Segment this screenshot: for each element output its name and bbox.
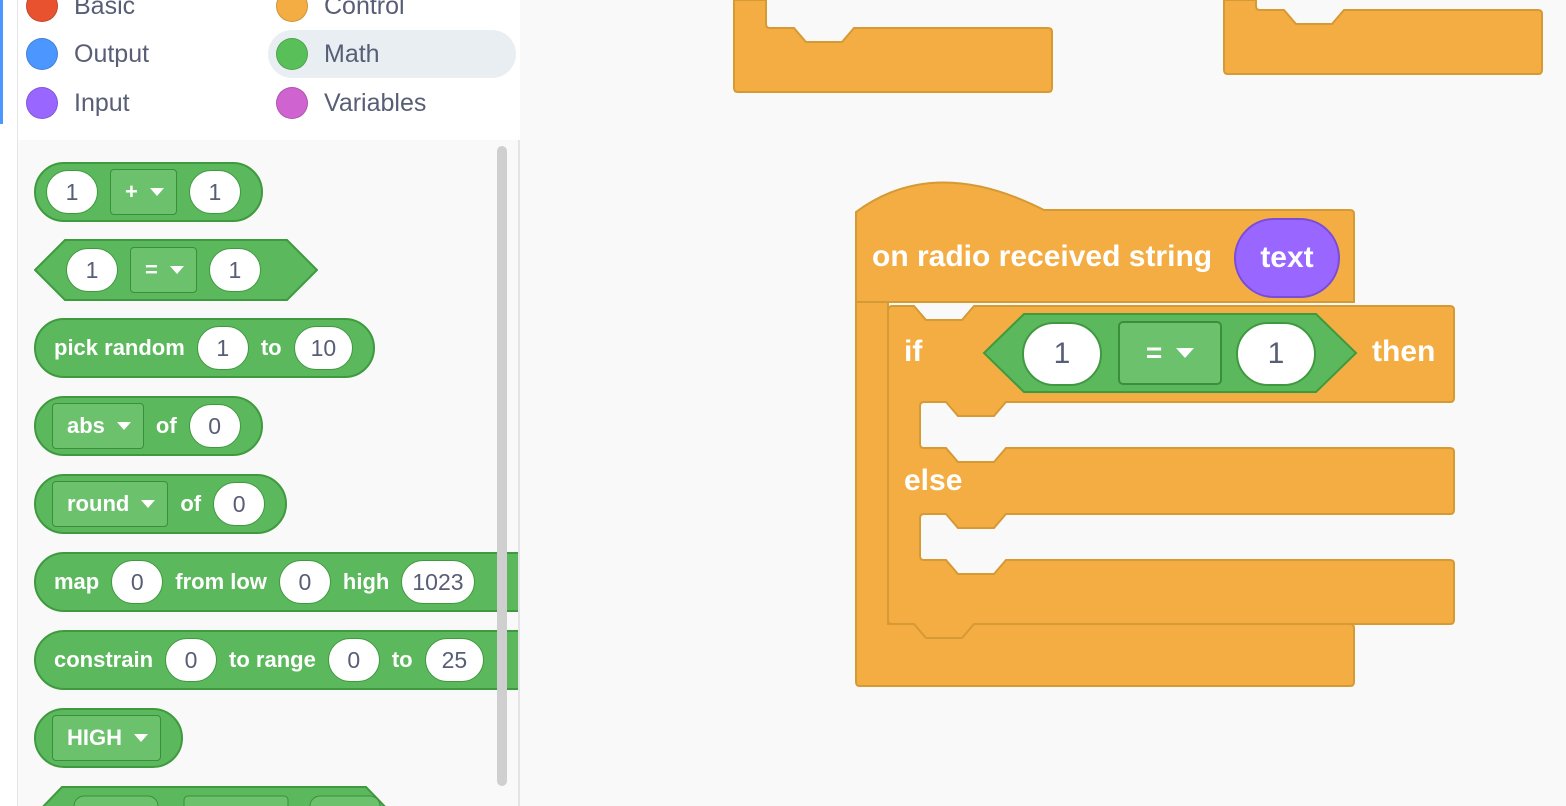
compare-block-content: 1 = 1 [60, 239, 267, 301]
number-input[interactable]: 0 [111, 560, 164, 604]
round-dropdown[interactable]: round [52, 481, 169, 527]
operator-label: = [1145, 337, 1163, 368]
block-label: of [155, 413, 177, 438]
category-label: Control [324, 0, 405, 20]
number-input[interactable]: 1 [196, 326, 249, 370]
map-block[interactable]: map 0 from low 0 high 1023 [34, 552, 518, 612]
value-label: HIGH [67, 725, 122, 750]
dropdown-arrow-icon [134, 734, 148, 742]
block-label: to [260, 335, 282, 360]
category-variables[interactable]: Variables [270, 79, 510, 127]
dropdown-arrow-icon [116, 422, 131, 430]
category-label: Math [324, 39, 380, 68]
compare-operator-dropdown[interactable]: = [1118, 321, 1222, 385]
then-label: then [1372, 335, 1436, 368]
toolbox: Basic Control Output Math Input Variable… [0, 0, 520, 806]
category-label: Variables [324, 88, 427, 117]
block-label: map [54, 569, 100, 594]
block-label: of [180, 491, 202, 516]
number-input[interactable]: 1 [188, 170, 241, 214]
category-output[interactable]: Output [20, 30, 260, 78]
input-dot-icon [26, 87, 58, 119]
app-root: Basic Control Output Math Input Variable… [0, 0, 1566, 806]
variable-label: text [1260, 241, 1314, 274]
comparison-dropdown[interactable]: = [130, 247, 197, 293]
number-input[interactable]: 0 [213, 482, 266, 526]
variables-dot-icon [276, 87, 308, 119]
round-block[interactable]: round of 0 [34, 474, 288, 534]
toolbox-edge [0, 0, 18, 806]
partial-boolean-block[interactable] [34, 786, 394, 806]
digital-value-dropdown[interactable]: HIGH [52, 715, 161, 761]
basic-dot-icon [26, 0, 58, 22]
output-dot-icon [26, 38, 58, 70]
block-label: pick random [54, 335, 185, 360]
function-label: abs [67, 413, 105, 438]
category-math[interactable]: Math [268, 30, 516, 78]
value-label: 1 [1053, 337, 1071, 370]
block-label: high [342, 569, 390, 594]
compare-right-input[interactable]: 1 [1236, 322, 1316, 386]
category-label: Basic [74, 0, 136, 20]
event-label: on radio received string [872, 240, 1213, 273]
category-control[interactable]: Control [270, 0, 510, 30]
dropdown-arrow-icon [1176, 348, 1195, 358]
block-label: to range [229, 647, 316, 672]
block-label: to [391, 647, 413, 672]
operator-label: = [145, 257, 158, 282]
number-input[interactable]: 1 [66, 248, 118, 292]
number-input[interactable]: 1023 [401, 560, 475, 604]
compare-block[interactable]: 1 = 1 [34, 239, 318, 301]
category-label: Output [74, 39, 150, 68]
compare-left-input[interactable]: 1 [1022, 322, 1102, 386]
number-input[interactable]: 0 [165, 638, 218, 682]
number-input[interactable]: 0 [188, 404, 241, 448]
flyout-scrollbar[interactable] [497, 146, 507, 786]
pick-random-block[interactable]: pick random 1 to 10 [34, 318, 376, 378]
operator-dropdown[interactable]: + [110, 169, 177, 215]
dropdown-arrow-icon [149, 188, 164, 196]
category-basic[interactable]: Basic [20, 0, 260, 30]
block-label: from low [175, 569, 267, 594]
digital-value-block[interactable]: HIGH [34, 708, 183, 768]
if-label: if [904, 335, 923, 368]
dropdown-arrow-icon [141, 500, 156, 508]
number-input[interactable]: 0 [278, 560, 331, 604]
block-label: constrain [54, 647, 154, 672]
text-variable[interactable]: text [1234, 218, 1340, 298]
math-function-dropdown[interactable]: abs [52, 403, 144, 449]
number-input[interactable]: 1 [46, 170, 98, 214]
block-flyout: 1 + 1 1 = 1 pick random 1 to 10 abs of 0… [18, 140, 518, 806]
workspace-canvas[interactable]: on radio received string text if 1 = 1 t… [522, 0, 1566, 806]
function-label: round [67, 491, 130, 516]
number-input[interactable]: 10 [293, 326, 354, 370]
number-input[interactable]: 1 [208, 248, 261, 292]
selection-accent [0, 0, 3, 124]
abs-block[interactable]: abs of 0 [34, 396, 263, 456]
math-dot-icon [276, 38, 308, 70]
operator-label: + [125, 179, 138, 204]
constrain-block[interactable]: constrain 0 to range 0 to 25 [34, 630, 518, 690]
category-input[interactable]: Input [20, 79, 260, 127]
category-menu: Basic Control Output Math Input Variable… [18, 0, 520, 140]
control-dot-icon [276, 0, 308, 22]
value-label: 1 [1267, 337, 1285, 370]
number-input[interactable]: 25 [424, 638, 485, 682]
dropdown-arrow-icon [169, 266, 184, 274]
else-label: else [904, 464, 963, 497]
partial-control-block-left[interactable] [732, 0, 1066, 94]
partial-control-block-right[interactable] [1222, 0, 1546, 76]
number-input[interactable]: 0 [327, 638, 380, 682]
category-label: Input [74, 88, 130, 117]
arithmetic-block[interactable]: 1 + 1 [34, 162, 263, 222]
